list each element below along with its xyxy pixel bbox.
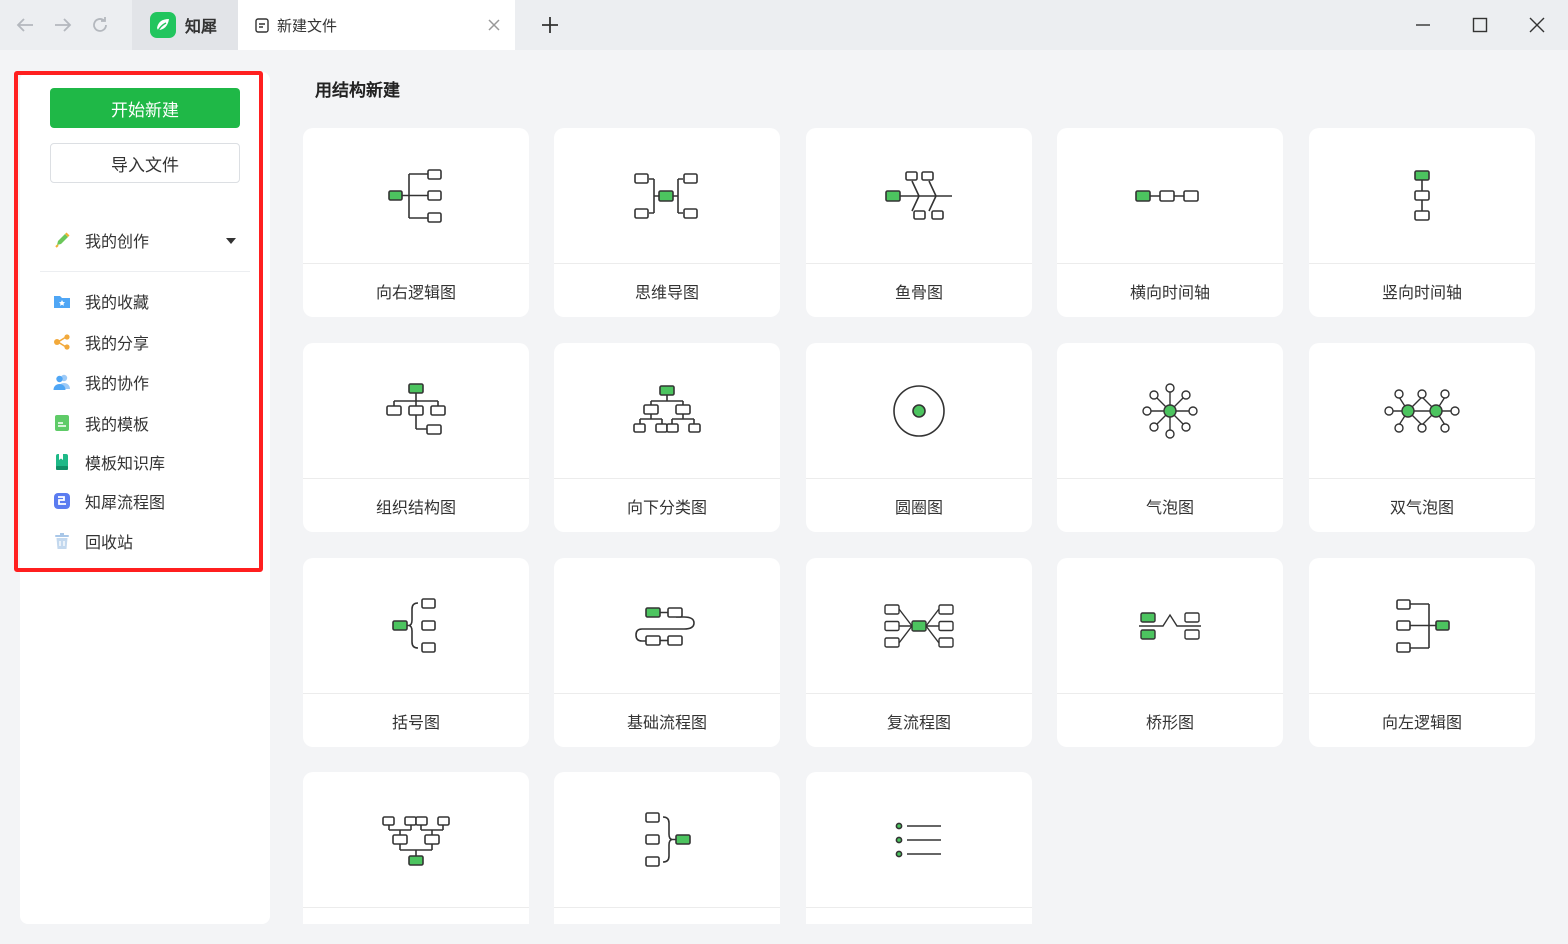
right-logic-diagram-icon: [303, 128, 529, 264]
bracket-map-icon: [303, 558, 529, 694]
pencil-icon: [52, 230, 72, 250]
downward-tree-icon: [554, 343, 780, 479]
template-label: 竖向时间轴: [1381, 283, 1462, 302]
forward-arrow-icon[interactable]: [49, 11, 77, 39]
sidebar-item-collaboration[interactable]: 我的协作: [52, 370, 242, 394]
template-label: 括号图: [391, 713, 440, 732]
sidebar-item-favorites[interactable]: 我的收藏: [52, 289, 242, 313]
minimize-icon[interactable]: [1409, 11, 1437, 39]
template-label: 双气泡图: [1389, 498, 1454, 517]
template-card-left-logic[interactable]: 向左逻辑图: [1309, 558, 1535, 747]
template-card-outline[interactable]: [806, 772, 1032, 924]
maximize-icon[interactable]: [1466, 11, 1494, 39]
sidebar-divider: [40, 271, 250, 272]
template-card-vertical-timeline[interactable]: 竖向时间轴: [1309, 128, 1535, 317]
template-card-mind-map[interactable]: 思维导图: [554, 128, 780, 317]
sidebar-item-label: 模板知识库: [85, 454, 166, 473]
template-label: 基础流程图: [626, 713, 707, 732]
template-card-right-logic[interactable]: 向右逻辑图: [303, 128, 529, 317]
template-label: 复流程图: [886, 713, 951, 732]
sidebar-item-trash[interactable]: 回收站: [52, 529, 242, 553]
template-label: 鱼骨图: [894, 283, 943, 302]
sidebar-item-label: 我的创作: [85, 232, 150, 251]
template-label: 向左逻辑图: [1381, 713, 1462, 732]
flowchart-app-icon: [52, 491, 72, 511]
template-label: [806, 908, 1032, 924]
template-card-multi-flow[interactable]: 复流程图: [806, 558, 1032, 747]
bubble-map-icon: [1057, 343, 1283, 479]
circle-map-icon: [806, 343, 1032, 479]
sidebar-item-template-library[interactable]: 模板知识库: [52, 450, 242, 474]
sidebar-item-label: 我的协作: [85, 374, 150, 393]
star-folder-icon: [52, 291, 72, 311]
template-icon: [52, 413, 72, 433]
left-logic-diagram-icon: [1309, 558, 1535, 694]
tab-new-file[interactable]: 新建文件: [238, 0, 515, 50]
template-label: [303, 908, 529, 924]
template-label: 圆圈图: [894, 498, 943, 517]
title-bar: 知犀 新建文件: [0, 0, 1568, 50]
template-card-bracket-map[interactable]: 括号图: [303, 558, 529, 747]
template-card-fishbone[interactable]: 鱼骨图: [806, 128, 1032, 317]
app-name: 知犀: [185, 17, 218, 36]
double-bubble-map-icon: [1309, 343, 1535, 479]
sidebar-item-shared[interactable]: 我的分享: [52, 330, 242, 354]
template-label: [554, 908, 780, 924]
template-label: 组织结构图: [375, 498, 456, 517]
bridge-map-icon: [1057, 558, 1283, 694]
users-icon: [52, 372, 72, 392]
sidebar-item-label: 回收站: [85, 533, 134, 552]
horizontal-timeline-icon: [1057, 128, 1283, 264]
upward-tree-icon: [303, 772, 529, 908]
template-card-bridge-map[interactable]: 桥形图: [1057, 558, 1283, 747]
sidebar-item-label: 知犀流程图: [85, 493, 166, 512]
trash-icon: [52, 531, 72, 551]
template-card-bubble-map[interactable]: 气泡图: [1057, 343, 1283, 532]
tab-app-home[interactable]: 知犀: [132, 0, 238, 50]
template-label: 向右逻辑图: [375, 283, 456, 302]
org-chart-icon: [303, 343, 529, 479]
sidebar-item-my-creations[interactable]: 我的创作: [52, 228, 242, 252]
template-card-org-chart[interactable]: 组织结构图: [303, 343, 529, 532]
back-arrow-icon[interactable]: [11, 11, 39, 39]
template-card-basic-flowchart[interactable]: 基础流程图: [554, 558, 780, 747]
import-file-button[interactable]: 导入文件: [50, 143, 240, 183]
fishbone-diagram-icon: [806, 128, 1032, 264]
close-window-icon[interactable]: [1523, 11, 1551, 39]
template-card-circle-map[interactable]: 圆圈图: [806, 343, 1032, 532]
template-label: 横向时间轴: [1129, 283, 1210, 302]
template-card-horizontal-timeline[interactable]: 横向时间轴: [1057, 128, 1283, 317]
close-tab-icon[interactable]: [485, 16, 503, 34]
refresh-icon[interactable]: [86, 11, 114, 39]
zhixi-logo-icon: [150, 12, 176, 38]
tab-title: 新建文件: [277, 16, 338, 35]
basic-flowchart-icon: [554, 558, 780, 694]
multi-flow-map-icon: [806, 558, 1032, 694]
template-card-downward-tree[interactable]: 向下分类图: [554, 343, 780, 532]
template-label: 桥形图: [1145, 713, 1194, 732]
new-tab-plus-icon[interactable]: [536, 11, 564, 39]
vertical-timeline-icon: [1309, 128, 1535, 264]
template-label: 思维导图: [634, 283, 699, 302]
template-card-double-bubble-map[interactable]: 双气泡图: [1309, 343, 1535, 532]
sidebar-item-my-templates[interactable]: 我的模板: [52, 411, 242, 435]
chevron-down-icon[interactable]: [224, 236, 238, 246]
section-title: 用结构新建: [315, 81, 400, 101]
template-card-left-bracket[interactable]: [554, 772, 780, 924]
mind-map-icon: [554, 128, 780, 264]
share-icon: [52, 332, 72, 352]
sidebar-item-flowchart[interactable]: 知犀流程图: [52, 489, 242, 513]
sidebar-item-label: 我的收藏: [85, 293, 150, 312]
sidebar-item-label: 我的模板: [85, 415, 150, 434]
template-label: 气泡图: [1145, 498, 1194, 517]
template-card-upward-tree[interactable]: [303, 772, 529, 924]
left-bracket-map-icon: [554, 772, 780, 908]
document-icon: [255, 17, 269, 33]
start-new-button[interactable]: 开始新建: [50, 88, 240, 128]
template-label: 向下分类图: [626, 498, 707, 517]
outline-list-icon: [806, 772, 1032, 908]
book-icon: [52, 452, 72, 472]
sidebar-item-label: 我的分享: [85, 334, 150, 353]
